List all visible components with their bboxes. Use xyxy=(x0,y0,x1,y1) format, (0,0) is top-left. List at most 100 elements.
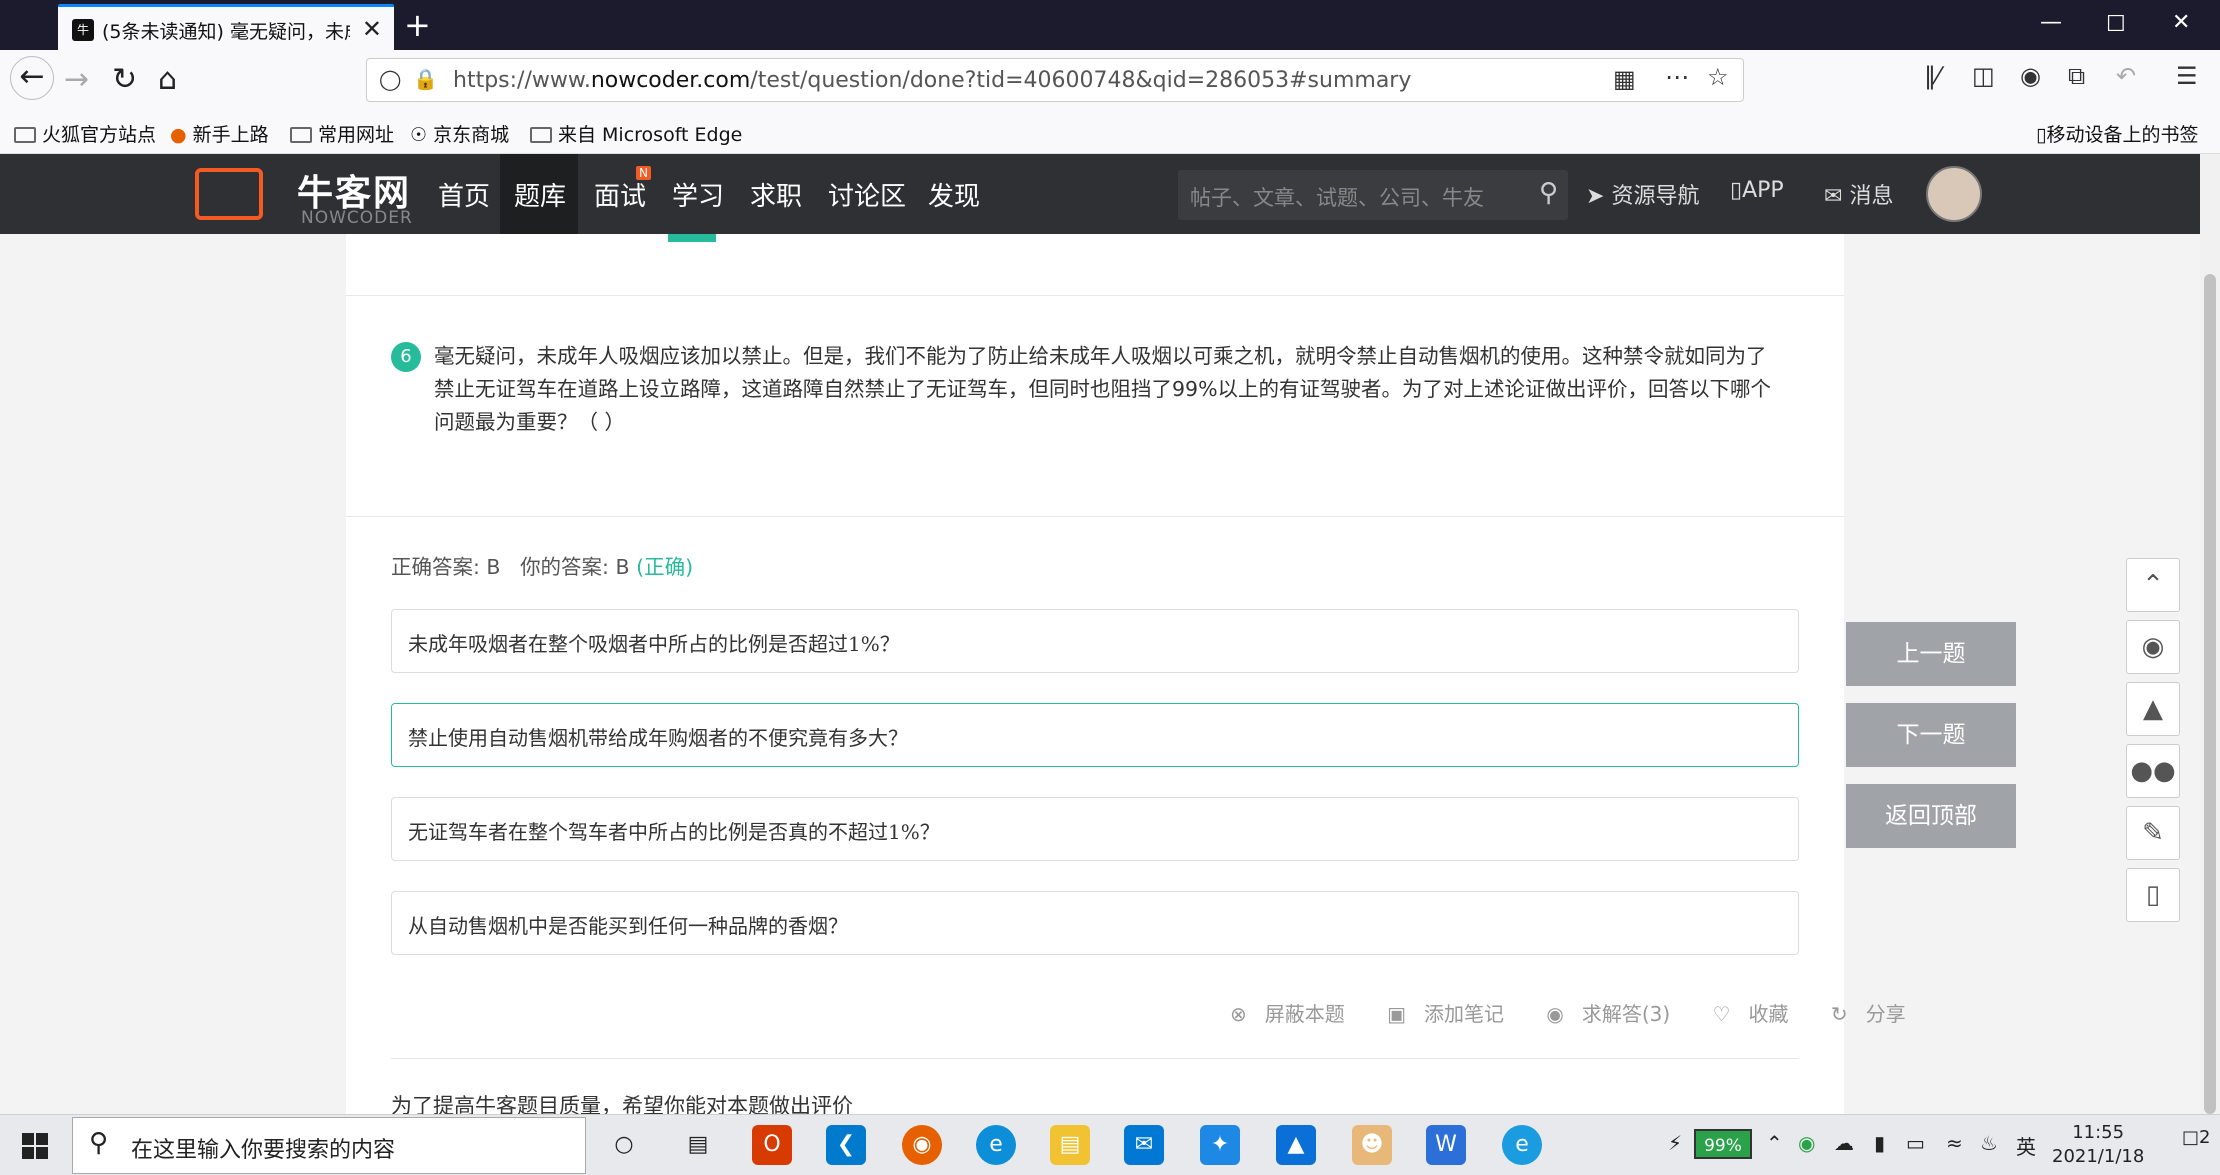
card-top-section xyxy=(346,234,1844,296)
microphone-icon[interactable]: ▮ xyxy=(1874,1131,1885,1155)
maximize-icon[interactable]: ☐ xyxy=(2106,12,2126,37)
wps-icon[interactable]: W xyxy=(1426,1125,1466,1165)
taskbar-search-input[interactable]: 在这里输入你要搜索的内容 xyxy=(131,1132,395,1164)
dingtalk-icon[interactable]: ▲ xyxy=(1276,1125,1316,1165)
screenshot-icon[interactable]: ⧉ xyxy=(2068,62,2085,90)
url-text[interactable]: https://www.nowcoder.com/test/question/d… xyxy=(453,68,1411,93)
site-favicon-icon: 牛 xyxy=(72,19,94,41)
browser-toolbar: ← → ↻ ⌂ ◯ 🔒 https://www.nowcoder.com/tes… xyxy=(0,50,2220,112)
note-icon: ▣ xyxy=(1387,1002,1407,1026)
menu-learn[interactable]: 学习 xyxy=(672,176,724,213)
lock-icon[interactable]: 🔒 xyxy=(413,67,438,91)
tab-close-icon[interactable]: ✕ xyxy=(362,15,382,43)
app-link[interactable]: ▯APP xyxy=(1730,178,1784,203)
battery-tray-icon[interactable]: ▭ xyxy=(1906,1131,1925,1155)
task-view-icon[interactable]: ▤ xyxy=(678,1125,718,1165)
window-close-icon[interactable]: ✕ xyxy=(2172,10,2190,35)
favorite-button[interactable]: ♡ 收藏 xyxy=(1713,1002,1807,1026)
question-number: 6 xyxy=(391,342,421,372)
share-button[interactable]: ↻ 分享 xyxy=(1831,1002,1924,1026)
next-question-button[interactable]: 下一题 xyxy=(1846,703,2016,767)
account-icon[interactable]: ◉ xyxy=(2020,62,2041,90)
menu-discover[interactable]: 发现 xyxy=(928,176,980,213)
bookmark-item[interactable]: ☉ 京东商城 xyxy=(410,120,509,147)
wechat-icon[interactable]: ●● xyxy=(2126,744,2180,798)
menu-question-bank[interactable]: 题库 xyxy=(514,176,566,213)
scrollbar-thumb[interactable] xyxy=(2204,274,2216,1114)
search-icon[interactable]: ⚲ xyxy=(1539,178,1558,208)
vscode-icon[interactable]: ❮ xyxy=(826,1125,866,1165)
menu-interview[interactable]: 面试 xyxy=(594,176,646,213)
bookmark-star-icon[interactable]: ☆ xyxy=(1707,63,1729,91)
prev-question-button[interactable]: 上一题 xyxy=(1846,622,2016,686)
ie-icon[interactable]: e xyxy=(1502,1125,1542,1165)
office-icon[interactable]: O xyxy=(752,1125,792,1165)
home-icon[interactable]: ⌂ xyxy=(158,62,177,97)
new-tab-button[interactable]: + xyxy=(404,6,431,44)
mobile-icon[interactable]: ▯ xyxy=(2126,868,2180,922)
avatar[interactable] xyxy=(1926,166,1982,222)
cortana-icon[interactable]: ○ xyxy=(604,1125,644,1165)
volume-icon[interactable]: ♨ xyxy=(1980,1131,1998,1155)
windows-start-icon[interactable] xyxy=(22,1133,48,1159)
option-b[interactable]: 禁止使用自动售烟机带给成年购烟者的不便究竟有多大？ xyxy=(391,703,1799,767)
menu-forum[interactable]: 讨论区 xyxy=(828,176,906,213)
cloud-icon[interactable]: ☁ xyxy=(1834,1131,1854,1155)
forward-icon[interactable]: → xyxy=(64,62,89,97)
chevron-up-icon[interactable]: ⌃ xyxy=(1766,1131,1783,1155)
sidebar-icon[interactable]: ◫ xyxy=(1972,62,1995,90)
app-tray-icon[interactable]: ◉ xyxy=(1798,1131,1815,1155)
ime-indicator[interactable]: 英 xyxy=(2016,1131,2036,1160)
more-actions-icon[interactable]: ⋯ xyxy=(1665,63,1689,91)
menu-jobs[interactable]: 求职 xyxy=(750,176,802,213)
resources-link[interactable]: ➤ 资源导航 xyxy=(1586,178,1699,210)
option-c[interactable]: 无证驾车者在整个驾车者中所占的比例是否真的不超过1%？ xyxy=(391,797,1799,861)
menu-home[interactable]: 首页 xyxy=(438,176,490,213)
firefox-icon[interactable]: ◉ xyxy=(902,1125,942,1165)
minimize-icon[interactable]: — xyxy=(2040,10,2062,35)
chat-icon: ◉ xyxy=(1546,1002,1564,1026)
menu-icon[interactable]: ☰ xyxy=(2176,62,2198,90)
answer-summary: 正确答案: B 你的答案: B (正确) xyxy=(391,555,694,579)
folder-icon xyxy=(290,127,312,143)
taskbar-search[interactable]: ⚲ 在这里输入你要搜索的内容 xyxy=(72,1117,586,1174)
weibo-icon[interactable]: ◉ xyxy=(2126,620,2180,674)
library-icon[interactable]: ‖⁄ xyxy=(1924,62,1940,90)
undo-icon[interactable]: ↶ xyxy=(2116,62,2136,90)
url-bar[interactable]: ◯ 🔒 https://www.nowcoder.com/test/questi… xyxy=(366,58,1744,102)
clock[interactable]: 11:55 2021/1/18 xyxy=(2052,1121,2144,1169)
back-to-top-button[interactable]: 返回顶部 xyxy=(1846,784,2016,848)
qq-icon[interactable]: ▲ xyxy=(2126,682,2180,736)
search-input[interactable]: 帖子、文章、试题、公司、牛友 xyxy=(1190,182,1484,212)
wifi-icon[interactable]: ≈ xyxy=(1946,1131,1963,1155)
option-a[interactable]: 未成年吸烟者在整个吸烟者中所占的比例是否超过1%？ xyxy=(391,609,1799,673)
qr-code-icon[interactable]: ▦ xyxy=(1613,65,1636,93)
bookmark-item[interactable]: 常用网址 xyxy=(290,120,394,147)
feishu-icon[interactable]: ✦ xyxy=(1200,1125,1240,1165)
mail-icon[interactable]: ✉ xyxy=(1124,1125,1164,1165)
bookmark-item[interactable]: 来自 Microsoft Edge xyxy=(530,120,742,147)
ask-answer-button[interactable]: ◉ 求解答(3) xyxy=(1546,1002,1688,1026)
page-scrollbar[interactable] xyxy=(2200,154,2220,1114)
block-question-button[interactable]: ⊗ 屏蔽本题 xyxy=(1230,1002,1363,1026)
reload-icon[interactable]: ↻ xyxy=(112,62,137,97)
messages-link[interactable]: ✉ 消息 xyxy=(1824,178,1893,210)
folder-icon xyxy=(530,127,552,143)
option-d[interactable]: 从自动售烟机中是否能买到任何一种品牌的香烟？ xyxy=(391,891,1799,955)
browser-tab[interactable]: 牛 (5条未读通知) 毫无疑问，未成 ✕ xyxy=(58,4,394,50)
mobile-bookmarks[interactable]: ▯移动设备上的书签 xyxy=(2036,120,2198,147)
site-logo[interactable]: 牛客网 NOWCODER xyxy=(195,162,420,228)
bookmark-item[interactable]: ● 新手上路 xyxy=(170,120,269,147)
shield-icon[interactable]: ◯ xyxy=(379,67,401,91)
app-icon[interactable]: ☻ xyxy=(1352,1125,1392,1165)
scroll-up-icon[interactable]: ⌃ xyxy=(2126,558,2180,612)
file-explorer-icon[interactable]: ▤ xyxy=(1050,1125,1090,1165)
back-icon[interactable]: ← xyxy=(10,56,54,100)
battery-indicator[interactable]: 99% xyxy=(1694,1129,1752,1159)
site-search[interactable]: 帖子、文章、试题、公司、牛友 ⚲ xyxy=(1178,170,1568,220)
add-note-button[interactable]: ▣ 添加笔记 xyxy=(1387,1002,1522,1026)
edit-icon[interactable]: ✎ xyxy=(2126,806,2180,860)
notifications-icon[interactable]: □2 xyxy=(2182,1127,2210,1148)
edge-icon[interactable]: e xyxy=(976,1125,1016,1165)
bookmark-item[interactable]: 火狐官方站点 xyxy=(14,120,156,147)
